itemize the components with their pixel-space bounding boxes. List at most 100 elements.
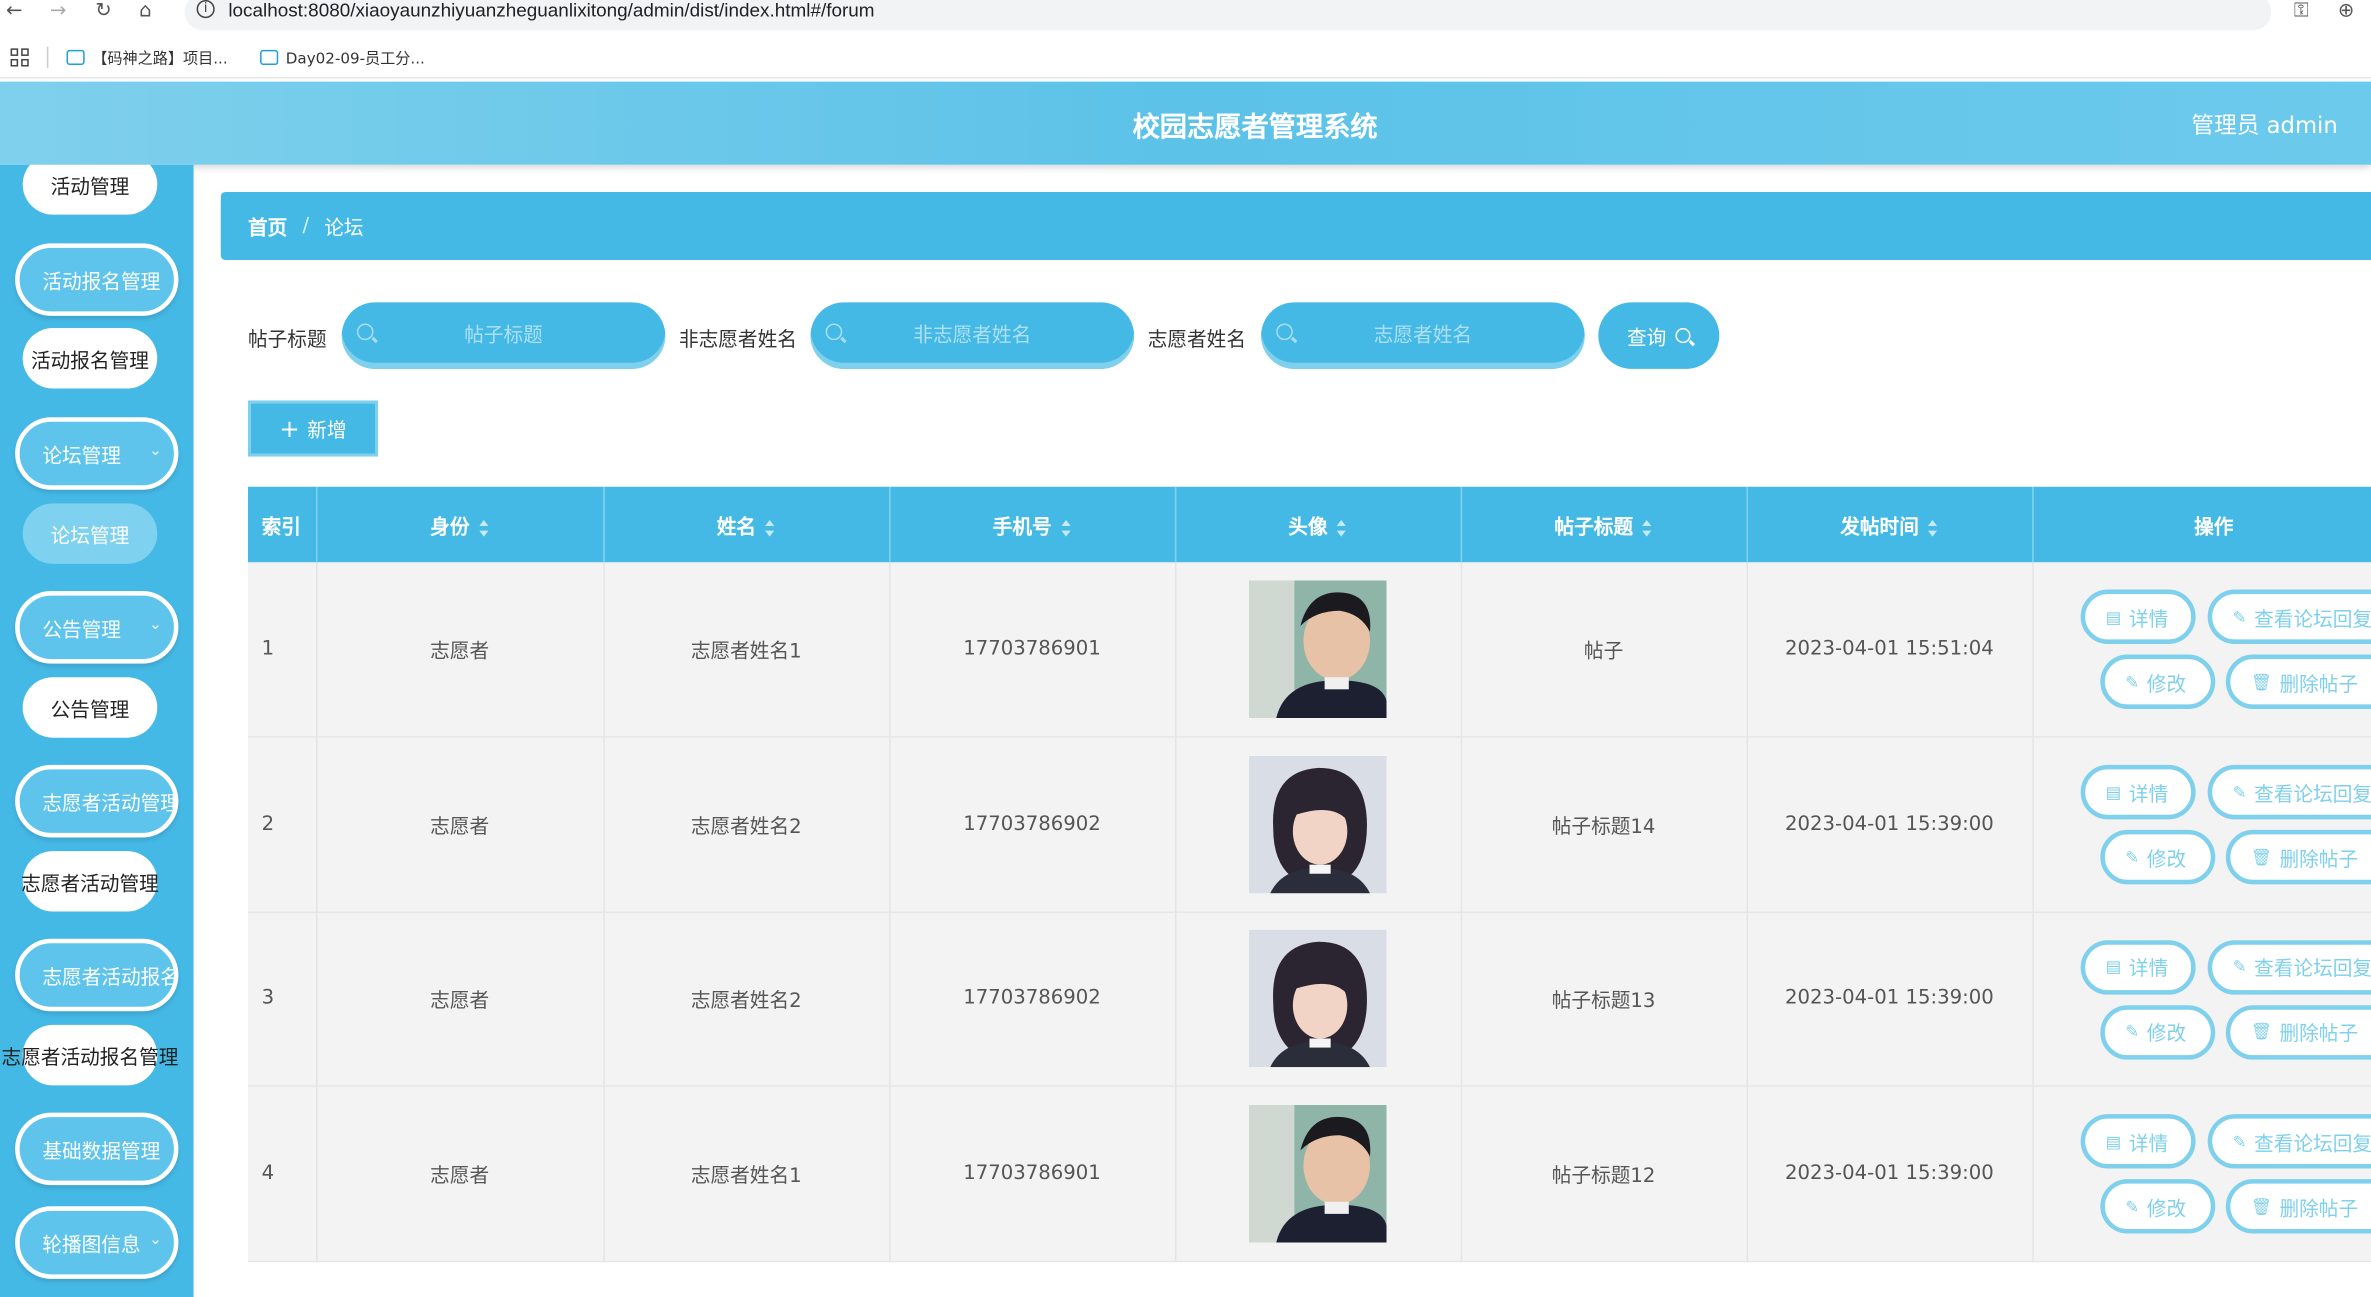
sidebar-item-forum[interactable]: 论坛管理 [22, 503, 158, 564]
detail-button[interactable]: ▤ 详情 [2079, 939, 2195, 994]
search-nonvolunteer-input[interactable] [810, 302, 1135, 369]
sidebar-item-volunteer-signup[interactable]: 志愿者活动报名管理 [2, 1024, 178, 1086]
phone-text: 17703786902 [963, 987, 1101, 1011]
breadcrumb-separator: / [302, 214, 310, 238]
edit-icon: ✎ [2232, 606, 2247, 627]
avatar[interactable] [1249, 580, 1387, 719]
forward-icon[interactable]: → [50, 1, 66, 23]
search-nonvolunteer-field[interactable] [810, 302, 1135, 369]
query-button[interactable]: 查询 [1598, 302, 1720, 369]
view-reply-button[interactable]: ✎ 查看论坛回复 [2206, 939, 2371, 994]
sort-icon[interactable] [478, 518, 490, 538]
delete-button[interactable]: 🗑 删除帖子 [2225, 1179, 2371, 1234]
bookmark-divider [46, 46, 49, 69]
site-info-icon[interactable]: i [196, 0, 215, 19]
sidebar-group-carousel[interactable]: 轮播图信息 ⌄ [15, 1206, 179, 1279]
home-icon[interactable]: ⌂ [139, 1, 151, 23]
chevron-down-icon: ⌄ [149, 442, 162, 460]
cell-identity: 志愿者 [316, 1086, 605, 1262]
edit-icon: ✎ [2232, 782, 2247, 802]
sort-icon[interactable] [1060, 518, 1072, 538]
sidebar-item-activity-signup[interactable]: 活动报名管理 [22, 328, 158, 389]
column-header-name[interactable]: 姓名 [603, 486, 890, 563]
sort-icon[interactable] [1927, 518, 1939, 538]
add-button[interactable]: + 新增 [247, 400, 379, 457]
view-reply-button[interactable]: ✎ 查看论坛回复 [2206, 764, 2371, 820]
search-title-input[interactable] [341, 302, 666, 369]
avatar[interactable] [1249, 930, 1387, 1068]
sidebar-item-volunteer-activity[interactable]: 志愿者活动管理 [21, 851, 159, 912]
search-volunteer-input[interactable] [1261, 302, 1585, 369]
column-header-label: 帖子标题 [1554, 516, 1634, 539]
search-volunteer-field[interactable] [1261, 302, 1585, 369]
title-text: 帖子 [1583, 640, 1624, 664]
sidebar-group-forum[interactable]: 论坛管理 ⌄ [15, 417, 179, 490]
search-title-label: 帖子标题 [247, 329, 327, 353]
admin-user-label[interactable]: 管理员 admin [2191, 109, 2337, 141]
sidebar-item-label: 志愿者活动报名管理 [1, 1046, 179, 1070]
breadcrumb-home[interactable]: 首页 [248, 212, 287, 241]
sort-icon[interactable] [1642, 518, 1653, 538]
edit-button[interactable]: ✎ 修改 [2099, 1179, 2215, 1234]
column-header-title[interactable]: 帖子标题 [1460, 486, 1748, 563]
sidebar-group-volunteer-signup[interactable]: 志愿者活动报名管 [15, 938, 179, 1012]
bilibili-icon [66, 49, 85, 65]
sidebar-item-notice[interactable]: 公告管理 [22, 677, 158, 738]
column-header-avatar[interactable]: 头像 [1174, 486, 1462, 563]
index-text: 3 [261, 987, 275, 1011]
view-reply-button[interactable]: ✎ 查看论坛回复 [2206, 1114, 2371, 1169]
avatar[interactable] [1249, 755, 1387, 894]
bookmark-item[interactable]: 【码神之路】项目... [66, 45, 228, 68]
zoom-icon[interactable]: ⊕ [2338, 0, 2354, 23]
browser-address-bar: ← → ↻ ⌂ i localhost:8080/xiaoyaunzhiyuan… [0, 0, 2371, 31]
url-text[interactable]: localhost:8080/xiaoyaunzhiyuanzheguanlix… [228, 0, 874, 21]
cell-phone: 17703786902 [889, 736, 1176, 913]
sidebar-group-notice[interactable]: 公告管理 ⌄ [15, 591, 179, 664]
column-header-identity[interactable]: 身份 [316, 486, 605, 563]
sidebar: 活动管理 活动报名管理 活动报名管理 论坛管理 ⌄ 论坛管理 公告管理 ⌄ 公告管理… [0, 164, 194, 1297]
column-header-label: 头像 [1288, 516, 1328, 539]
detail-button[interactable]: ▤ 详情 [2079, 764, 2195, 820]
phone-text: 17703786902 [963, 812, 1101, 836]
detail-label: 详情 [2128, 1132, 2169, 1156]
back-icon[interactable]: ← [6, 1, 22, 23]
detail-button[interactable]: ▤ 详情 [2079, 1114, 2195, 1169]
sidebar-group-volunteer-activity[interactable]: 志愿者活动管理 [15, 764, 179, 838]
identity-text: 志愿者 [430, 640, 490, 664]
sidebar-group-label: 公告管理 [42, 619, 121, 642]
reload-icon[interactable]: ↻ [95, 1, 111, 23]
edit-button[interactable]: ✎ 修改 [2099, 829, 2215, 885]
identity-text: 志愿者 [430, 1165, 490, 1188]
time-text: 2023-04-01 15:39:00 [1784, 987, 1994, 1011]
column-header-phone[interactable]: 手机号 [889, 486, 1176, 563]
delete-button[interactable]: 🗑 删除帖子 [2225, 654, 2371, 709]
column-header-time[interactable]: 发帖时间 [1746, 486, 2034, 563]
password-key-icon[interactable]: ⚿ [2294, 0, 2309, 23]
sidebar-group-label: 活动报名管理 [42, 271, 161, 295]
edit-icon: ✎ [2125, 671, 2140, 692]
bookmark-item[interactable]: Day02-09-员工分... [260, 45, 425, 68]
edit-button[interactable]: ✎ 修改 [2099, 1004, 2215, 1059]
sidebar-item-activity[interactable]: 活动管理 [22, 164, 158, 215]
apps-grid-icon[interactable] [10, 48, 29, 67]
female-portrait-image [1249, 755, 1387, 894]
identity-text: 志愿者 [430, 990, 490, 1014]
avatar[interactable] [1249, 1104, 1387, 1243]
edit-button[interactable]: ✎ 修改 [2099, 654, 2215, 709]
male-portrait-image [1249, 580, 1387, 719]
view-reply-button[interactable]: ✎ 查看论坛回复 [2206, 589, 2371, 644]
cell-name: 志愿者姓名2 [603, 911, 890, 1087]
table-row: 3 志愿者 志愿者姓名2 17703786902 帖子标题13 2023-04-… [247, 911, 2371, 1087]
search-title-field[interactable] [341, 302, 666, 369]
delete-button[interactable]: 🗑 删除帖子 [2225, 829, 2371, 885]
detail-button[interactable]: ▤ 详情 [2079, 589, 2195, 644]
sort-icon[interactable] [765, 518, 776, 538]
column-header-label: 索引 [261, 516, 301, 539]
sort-icon[interactable] [1336, 518, 1348, 538]
sidebar-group-activity-signup[interactable]: 活动报名管理 [15, 243, 179, 316]
delete-button[interactable]: 🗑 删除帖子 [2225, 1004, 2371, 1059]
cell-phone: 17703786902 [889, 911, 1176, 1087]
bilibili-icon [260, 49, 279, 65]
cell-ops: ▤ 详情 ✎ 查看论坛回复 ✎ 修改 🗑 删除帖子 [2032, 736, 2371, 913]
sidebar-group-basic-data[interactable]: 基础数据管理 [15, 1112, 179, 1186]
